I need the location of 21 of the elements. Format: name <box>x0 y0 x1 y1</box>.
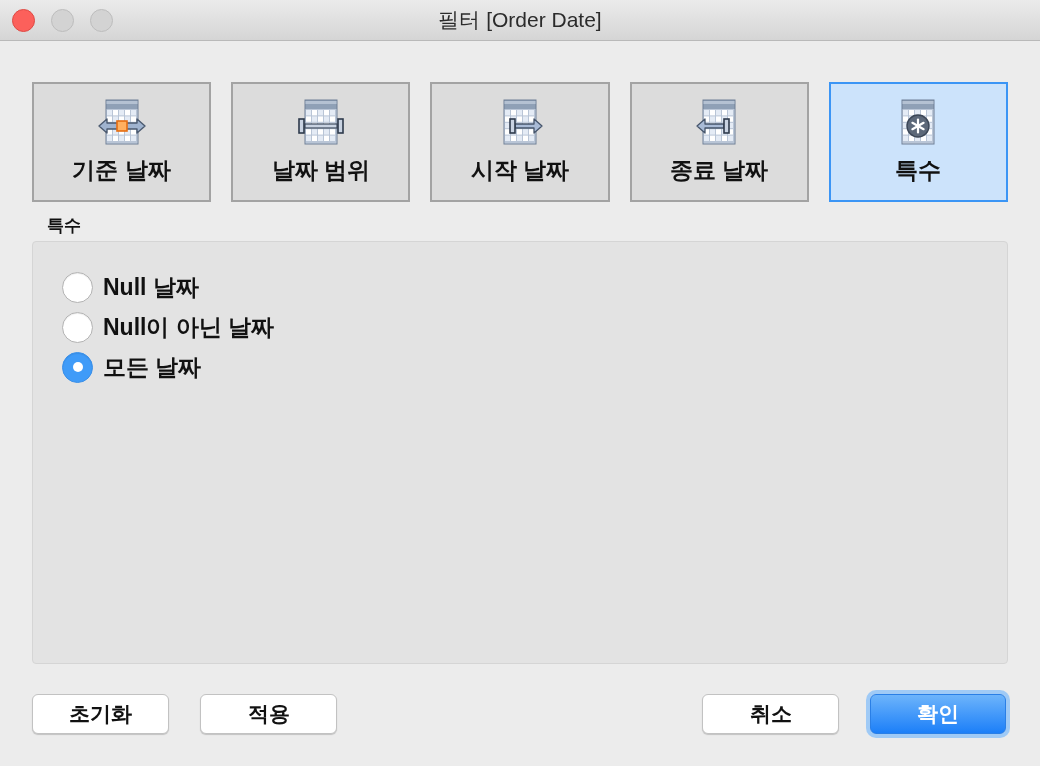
dialog-button[interactable]: 취소 <box>702 694 839 734</box>
radio-button[interactable] <box>62 351 93 383</box>
calendar-double-arrow-icon <box>97 99 146 145</box>
radio-label[interactable]: 모든 날짜 <box>103 351 202 383</box>
minimize-icon[interactable] <box>51 9 74 32</box>
window-title: 필터 [Order Date] <box>438 7 602 33</box>
radio-label[interactable]: Null 날짜 <box>103 271 199 303</box>
filter-tab[interactable]: 날짜 범위 <box>231 82 411 202</box>
dialog-button[interactable]: 초기화 <box>32 694 169 734</box>
radio-button[interactable] <box>62 311 93 343</box>
close-icon[interactable] <box>12 9 35 32</box>
filter-tab[interactable]: 기준 날짜 <box>32 82 212 202</box>
radio-button[interactable] <box>62 271 93 303</box>
zoom-icon[interactable] <box>90 9 113 32</box>
section-title: 특수 <box>47 215 81 237</box>
dialog-button[interactable]: 적용 <box>200 694 337 734</box>
filter-tab[interactable]: 종료 날짜 <box>629 82 809 202</box>
filter-tab[interactable]: 시작 날짜 <box>430 82 610 202</box>
filter-tab[interactable]: 특수 <box>828 82 1008 202</box>
radio-label[interactable]: Null이 아닌 날짜 <box>103 311 275 343</box>
calendar-range-icon <box>296 99 345 145</box>
